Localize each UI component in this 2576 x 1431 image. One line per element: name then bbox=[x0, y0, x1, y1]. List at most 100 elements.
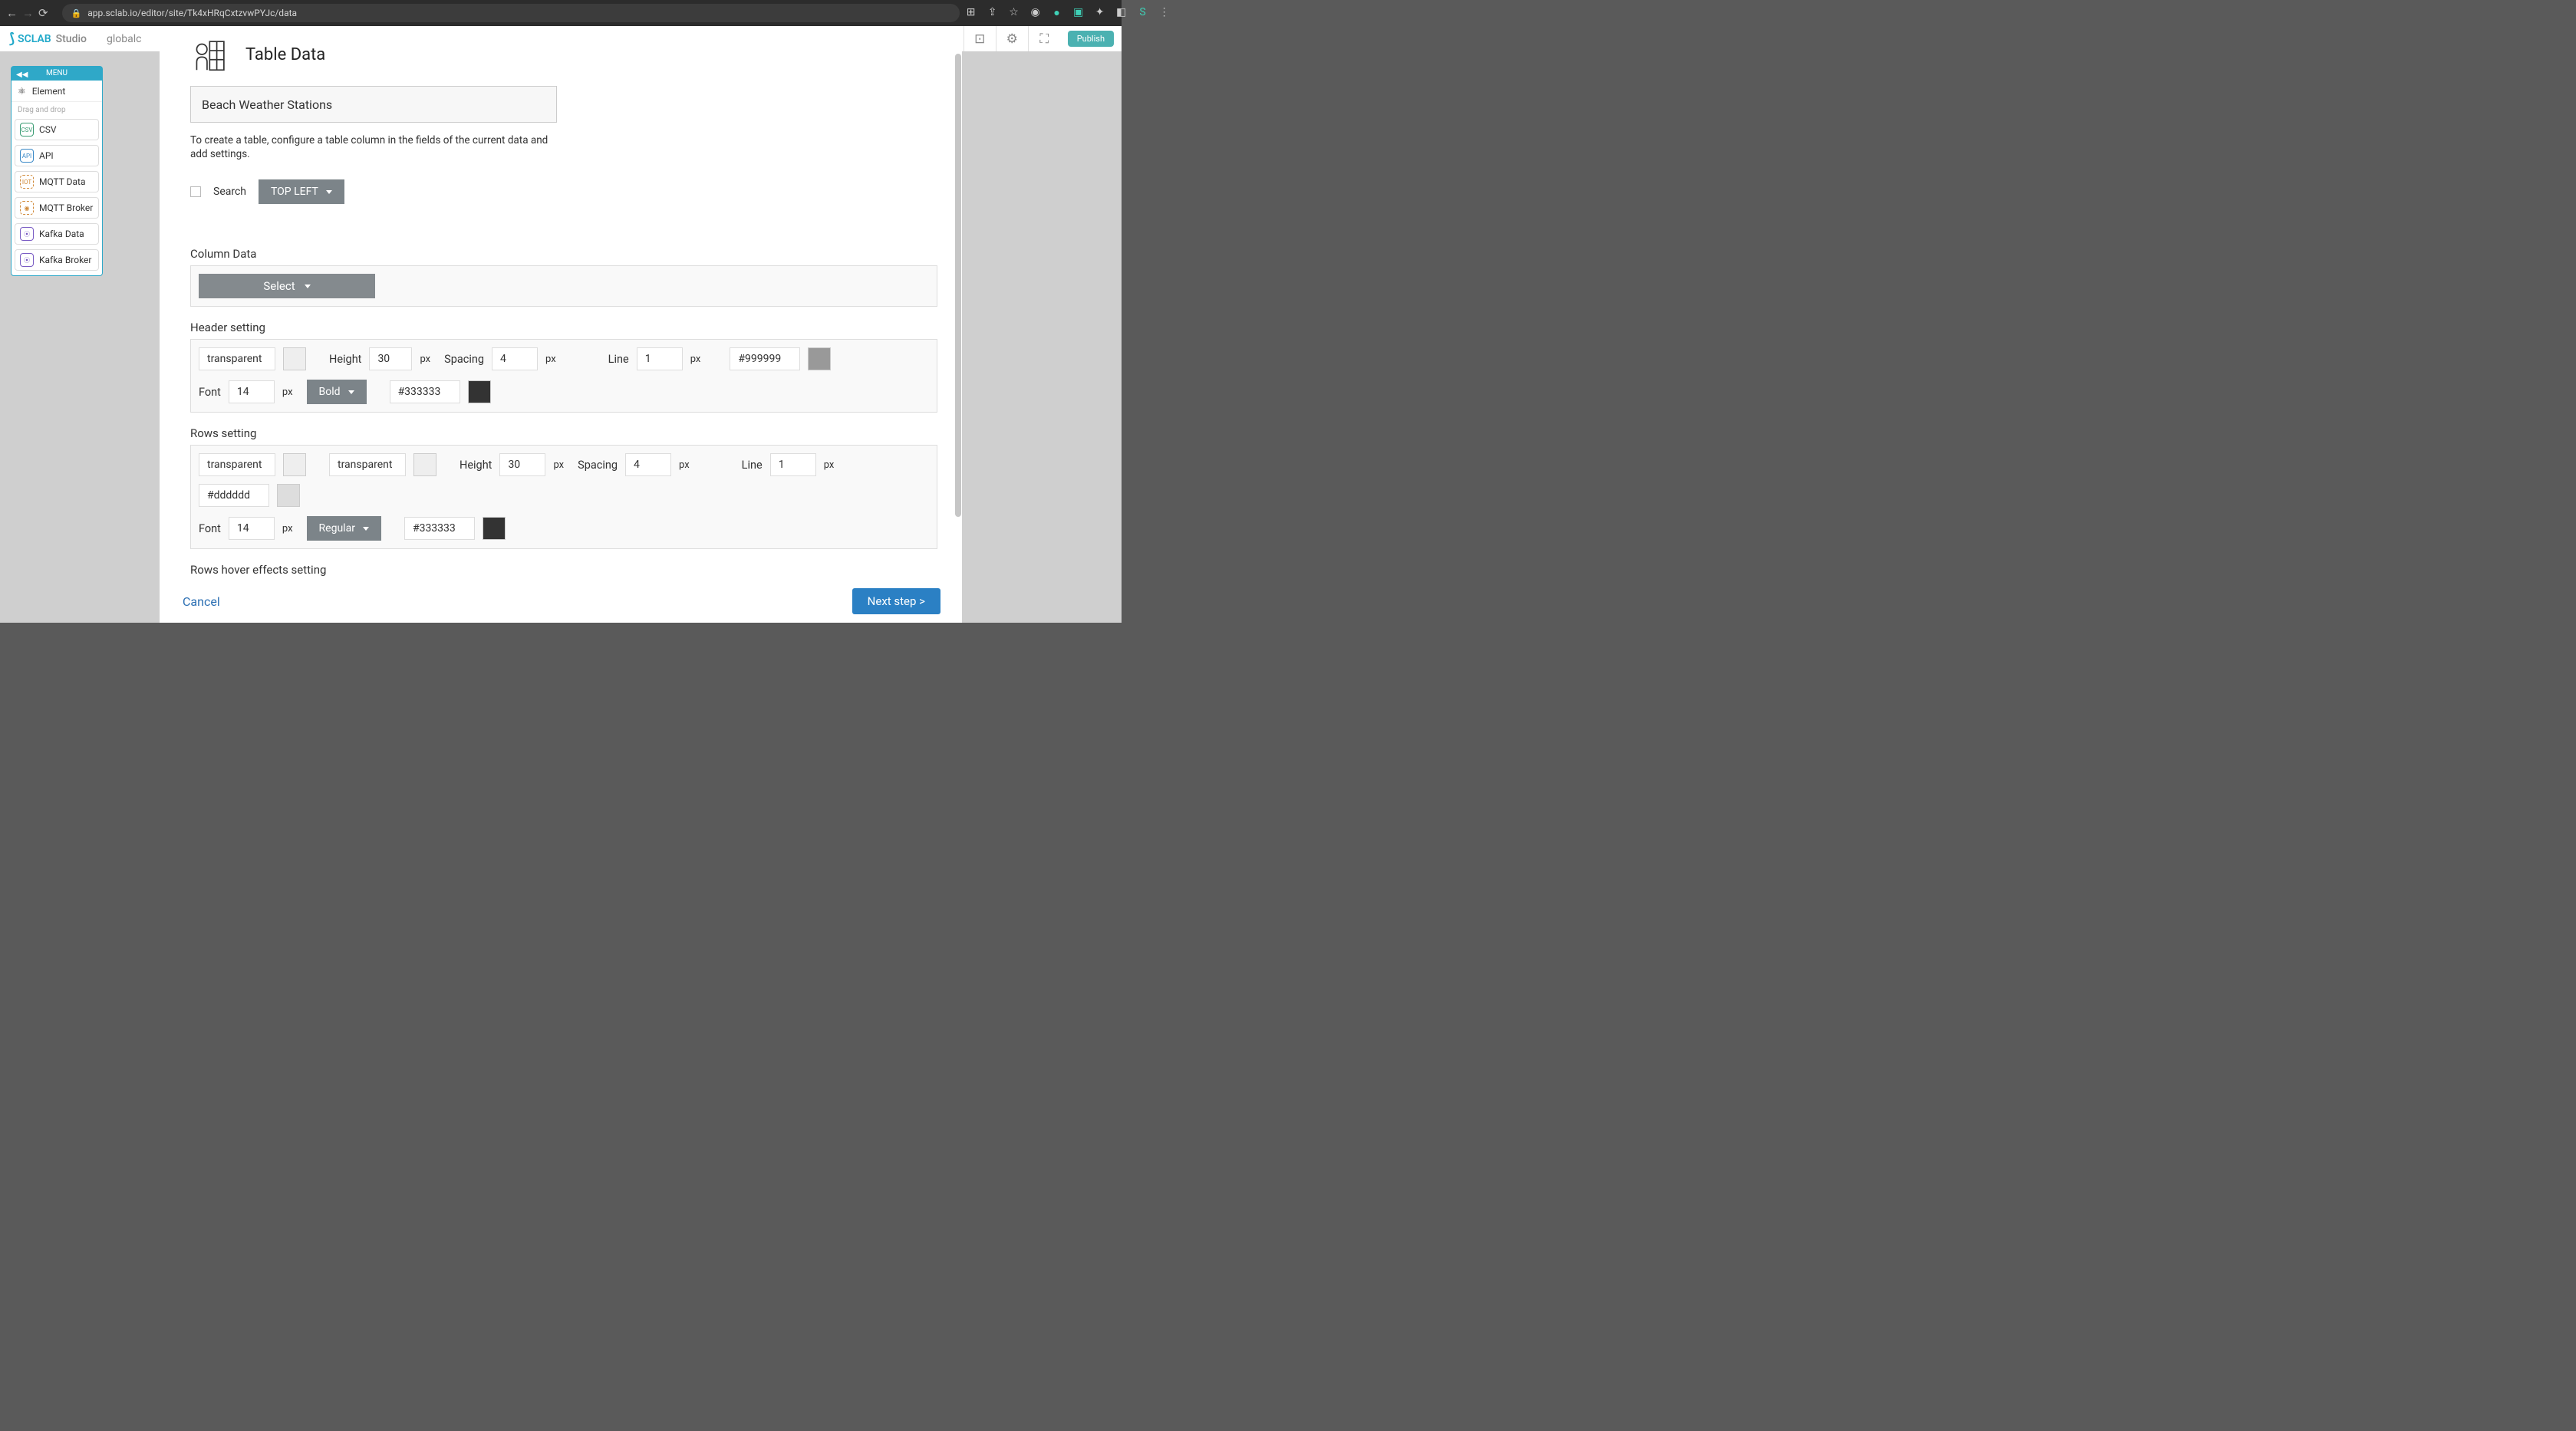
header-line-color-input[interactable] bbox=[730, 347, 800, 370]
sidebar: ◀◀ MENU ⚛ Element Drag and drop CSVCSV A… bbox=[11, 66, 103, 276]
sidebar-menu-label: MENU bbox=[46, 69, 68, 77]
rows-height-input[interactable] bbox=[499, 453, 545, 476]
sidebar-menu-header[interactable]: ◀◀ MENU bbox=[12, 67, 102, 81]
rows-line-color-swatch[interactable] bbox=[277, 484, 300, 507]
next-step-button[interactable]: Next step > bbox=[852, 588, 940, 614]
sidebar-mqtt-data[interactable]: IOTMQTT Data bbox=[15, 171, 99, 192]
modal-title: Table Data bbox=[245, 45, 325, 64]
rows-bg1-input[interactable] bbox=[199, 453, 275, 476]
header-bg-input[interactable] bbox=[199, 347, 275, 370]
header-setting-label: Header setting bbox=[190, 321, 937, 334]
rows-bg2-swatch[interactable] bbox=[413, 453, 436, 476]
breadcrumb[interactable]: globalc bbox=[107, 33, 141, 45]
modal-scrollbar[interactable] bbox=[954, 54, 962, 580]
rows-weight-value: Regular bbox=[319, 522, 355, 535]
api-icon: API bbox=[20, 149, 34, 163]
rows-bg1-swatch[interactable] bbox=[283, 453, 306, 476]
lock-icon: 🔒 bbox=[71, 8, 82, 18]
kafka-broker-icon: ⦿ bbox=[20, 253, 34, 267]
header-spacing-input[interactable] bbox=[492, 347, 538, 370]
column-select-dropdown[interactable]: Select bbox=[199, 274, 375, 298]
sidebar-csv[interactable]: CSVCSV bbox=[15, 119, 99, 140]
rows-bg2-input[interactable] bbox=[329, 453, 406, 476]
header-line-color-swatch[interactable] bbox=[808, 347, 831, 370]
rows-setting-panel: Height px Spacing px Line px Font px Re bbox=[190, 445, 937, 549]
ext-icon-2[interactable]: ▣ bbox=[1072, 6, 1085, 20]
font-label: Font bbox=[199, 386, 221, 399]
caret-down-icon bbox=[348, 390, 354, 394]
rows-line-input[interactable] bbox=[770, 453, 816, 476]
extensions-puzzle-icon[interactable]: ✦ bbox=[1093, 6, 1107, 20]
scroll-thumb[interactable] bbox=[955, 54, 961, 517]
rows-font-color-input[interactable] bbox=[404, 517, 475, 540]
sidepanel-icon[interactable]: ◧ bbox=[1115, 6, 1128, 20]
header-font-weight-dropdown[interactable]: Bold bbox=[307, 380, 367, 404]
modal-footer: Cancel Next step > bbox=[160, 580, 962, 623]
column-data-panel: Select bbox=[190, 265, 937, 307]
settings-gear-icon[interactable]: ⚙ bbox=[996, 26, 1028, 51]
chrome-menu-icon[interactable]: ⋮ bbox=[1158, 6, 1171, 20]
sidebar-api[interactable]: APIAPI bbox=[15, 145, 99, 166]
rows-font-color-swatch[interactable] bbox=[483, 517, 506, 540]
camera-ext-icon[interactable]: ◉ bbox=[1029, 6, 1043, 20]
url-text: app.sclab.io/editor/site/Tk4xHRqCxtzvwPY… bbox=[87, 8, 297, 18]
rows-spacing-input[interactable] bbox=[625, 453, 671, 476]
browser-forward-button[interactable]: → bbox=[22, 6, 34, 20]
search-checkbox[interactable] bbox=[190, 186, 201, 197]
iot-icon: IOT bbox=[20, 175, 34, 189]
height-label: Height bbox=[460, 459, 492, 472]
sidebar-mqtt-broker[interactable]: ◉MQTT Broker bbox=[15, 197, 99, 219]
rows-line-color-input[interactable] bbox=[199, 484, 269, 507]
position-dropdown[interactable]: TOP LEFT bbox=[259, 179, 344, 204]
px-unit: px bbox=[282, 387, 293, 398]
table-data-modal: Table Data Beach Weather Stations To cre… bbox=[160, 26, 962, 623]
table-data-hero-icon bbox=[190, 34, 232, 75]
sidebar-kafka-data[interactable]: ⦿Kafka Data bbox=[15, 223, 99, 245]
line-label: Line bbox=[742, 459, 763, 472]
bookmark-star-icon[interactable]: ☆ bbox=[1007, 6, 1021, 20]
caret-down-icon bbox=[305, 285, 311, 288]
search-label: Search bbox=[213, 186, 246, 198]
logo-sub-text: Studio bbox=[56, 33, 87, 45]
select-label: Select bbox=[263, 279, 295, 293]
table-name-input[interactable]: Beach Weather Stations bbox=[190, 86, 557, 123]
publish-button[interactable]: Publish bbox=[1068, 31, 1114, 47]
height-label: Height bbox=[329, 353, 361, 366]
header-font-input[interactable] bbox=[229, 380, 275, 403]
sidebar-collapse-icon[interactable]: ◀◀ bbox=[16, 68, 28, 82]
rows-hover-label: Rows hover effects setting bbox=[190, 563, 937, 577]
header-line-input[interactable] bbox=[637, 347, 683, 370]
browser-reload-button[interactable]: ⟳ bbox=[38, 6, 48, 20]
px-unit: px bbox=[553, 459, 564, 471]
column-data-label: Column Data bbox=[190, 247, 937, 261]
position-value: TOP LEFT bbox=[271, 186, 318, 198]
kafka-data-icon: ⦿ bbox=[20, 227, 34, 241]
app-logo[interactable]: ⟆ SCLAB Studio bbox=[0, 31, 96, 47]
sidebar-element-label: Element bbox=[32, 86, 66, 97]
sclab-ext-icon[interactable]: S bbox=[1136, 6, 1150, 20]
modal-hint: To create a table, configure a table col… bbox=[190, 133, 551, 161]
share-icon[interactable]: ⇪ bbox=[986, 6, 1000, 20]
lock-tool-icon[interactable]: ⊡ bbox=[964, 26, 996, 51]
address-bar[interactable]: 🔒 app.sclab.io/editor/site/Tk4xHRqCxtzvw… bbox=[62, 4, 960, 22]
header-font-color-input[interactable] bbox=[390, 380, 460, 403]
cancel-button[interactable]: Cancel bbox=[183, 594, 220, 609]
rows-font-input[interactable] bbox=[229, 517, 275, 540]
px-unit: px bbox=[420, 354, 430, 365]
sidebar-element-item[interactable]: ⚛ Element bbox=[12, 81, 102, 102]
fullscreen-icon[interactable]: ⛶ bbox=[1028, 26, 1060, 51]
header-height-input[interactable] bbox=[369, 347, 412, 370]
grammarly-ext-icon[interactable]: ● bbox=[1050, 6, 1064, 20]
line-label: Line bbox=[608, 353, 629, 366]
rows-font-weight-dropdown[interactable]: Regular bbox=[307, 516, 381, 541]
sidebar-kafka-broker[interactable]: ⦿Kafka Broker bbox=[15, 249, 99, 271]
px-unit: px bbox=[282, 523, 293, 535]
csv-icon: CSV bbox=[20, 123, 34, 137]
px-unit: px bbox=[545, 354, 556, 365]
logo-main-text: SCLAB bbox=[18, 33, 51, 45]
header-bg-swatch[interactable] bbox=[283, 347, 306, 370]
header-setting-panel: Height px Spacing px Line px Font px Bo bbox=[190, 339, 937, 413]
browser-back-button[interactable]: ← bbox=[6, 6, 18, 20]
translate-icon[interactable]: ⊞ bbox=[964, 6, 978, 20]
header-font-color-swatch[interactable] bbox=[468, 380, 491, 403]
